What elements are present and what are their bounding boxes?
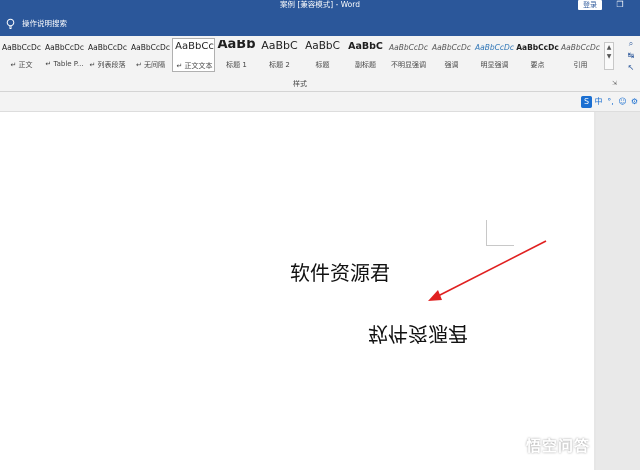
login-button[interactable]: 登录 [578, 0, 602, 10]
style-label: 强调 [444, 61, 459, 69]
ime-emoji-icon[interactable]: ☺ [617, 96, 628, 108]
ime-punctuation-toggle[interactable]: °, [605, 96, 616, 108]
chevron-down-icon[interactable]: ▼ [607, 53, 612, 60]
style-subtitle[interactable]: AaBbC 副标题 [344, 38, 387, 72]
style-label: 引用 [573, 61, 588, 69]
style-quote[interactable]: AaBbCcDc 引用 [559, 38, 602, 72]
style-label: 要点 [530, 61, 545, 69]
select-icon[interactable]: ↖ [622, 62, 640, 74]
style-sample: AaBbCcDc [45, 43, 84, 52]
wukong-logo-icon: 悟 [504, 436, 522, 454]
style-sample: AaBbCcDc [88, 43, 127, 52]
style-body-text[interactable]: AaBbCc ↵ 正文文本 [172, 38, 215, 72]
style-sample: AaBbCcDc [475, 43, 514, 52]
style-sample: AaBbCcDc [561, 43, 600, 52]
sogou-ime-icon[interactable]: S [581, 96, 592, 108]
style-sample: AaBbC [305, 41, 340, 51]
replace-icon[interactable]: ↹ [622, 50, 640, 62]
vertical-scrollbar-area[interactable] [596, 112, 640, 470]
style-sample: AaBbCcDc [516, 43, 559, 52]
ribbon-styles-group: AaBbCcDc ↵ 正文 AaBbCcDc ↵ Table P... AaBbCc… [0, 36, 640, 92]
style-no-spacing[interactable]: AaBbCcDc ↵ 无间隔 [129, 38, 172, 72]
tell-me-bar: 操作说明搜索 [0, 12, 640, 36]
style-normal[interactable]: AaBbCcDc ↵ 正文 [0, 38, 43, 72]
style-intense-emphasis[interactable]: AaBbCcDc 明显强调 [473, 38, 516, 72]
lightbulb-icon [6, 18, 16, 30]
style-sample: AaBbCcDc [131, 43, 170, 52]
styles-gallery: AaBbCcDc ↵ 正文 AaBbCcDc ↵ Table P... AaBbCc… [0, 38, 610, 74]
style-list-paragraph[interactable]: AaBbCcDc ↵ 列表段落 [86, 38, 129, 72]
margin-corner-mark [486, 220, 514, 246]
style-heading-1[interactable]: AaBb 标题 1 [215, 38, 258, 72]
document-text-mirrored[interactable]: 软件资源君 [368, 321, 468, 350]
style-sample: AaBbC [348, 42, 383, 52]
style-subtle-emphasis[interactable]: AaBbCcDc 不明显强调 [387, 38, 430, 72]
style-emphasis[interactable]: AaBbCcDc 强调 [430, 38, 473, 72]
style-label: ↵ 正文 [10, 61, 33, 69]
style-sample: AaBbCc [175, 42, 214, 52]
style-sample: AaBb [217, 40, 256, 50]
style-sample: AaBbCcDc [2, 43, 41, 52]
window-title: 案例 [兼容模式] - Word [280, 0, 360, 9]
style-title[interactable]: AaBbC 标题 [301, 38, 344, 72]
style-label: ↵ 无间隔 [135, 61, 166, 69]
ime-toolbar: S 中 °, ☺ ⚙ [580, 96, 640, 108]
tell-me-search-input[interactable]: 操作说明搜索 [22, 17, 67, 31]
style-label: 明显强调 [480, 61, 509, 69]
style-label: 标题 2 [269, 61, 290, 69]
word-window: 案例 [兼容模式] - Word 登录 ❐ 操作说明搜索 AaBbCcDc ↵ 正… [0, 0, 640, 470]
document-text-normal[interactable]: 软件资源君 [290, 257, 390, 286]
ime-settings-icon[interactable]: ⚙ [629, 96, 640, 108]
style-sample: AaBbC [261, 41, 298, 51]
watermark: 悟 悟空问答 [504, 432, 590, 458]
style-label: 标题 1 [226, 61, 247, 69]
dialog-launcher-icon[interactable]: ⇲ [612, 80, 617, 87]
style-sample: AaBbCcDc [432, 43, 471, 52]
style-label: 标题 [315, 61, 330, 69]
styles-scroll-buttons[interactable]: ▲ ▼ [604, 42, 614, 70]
styles-group-label: 样式 [293, 80, 307, 88]
find-icon[interactable]: ⌕ [622, 38, 640, 50]
restore-icon[interactable]: ❐ [614, 0, 626, 10]
title-bar: 案例 [兼容模式] - Word 登录 ❐ [0, 0, 640, 12]
watermark-text: 悟空问答 [526, 436, 591, 455]
style-label: ↵ Table P... [45, 60, 84, 68]
style-table-paragraph[interactable]: AaBbCcDc ↵ Table P... [43, 38, 86, 72]
style-label: 副标题 [355, 61, 376, 69]
ime-language-toggle[interactable]: 中 [593, 96, 604, 108]
document-page[interactable]: 软件资源君 软件资源君 [0, 112, 594, 470]
editing-tools: ⌕ ↹ ↖ [622, 38, 640, 88]
style-label: ↵ 正文文本 [176, 62, 213, 70]
style-strong[interactable]: AaBbCcDc 要点 [516, 38, 559, 72]
chevron-up-icon[interactable]: ▲ [607, 44, 612, 51]
style-label: 不明显强调 [391, 61, 426, 69]
style-heading-2[interactable]: AaBbC 标题 2 [258, 38, 301, 72]
style-label: ↵ 列表段落 [89, 61, 126, 69]
document-area: S 中 °, ☺ ⚙ 软件资源君 软件资源君 [0, 92, 640, 470]
ime-toolbar-strip: S 中 °, ☺ ⚙ [0, 92, 640, 112]
style-sample: AaBbCcDc [389, 43, 428, 52]
